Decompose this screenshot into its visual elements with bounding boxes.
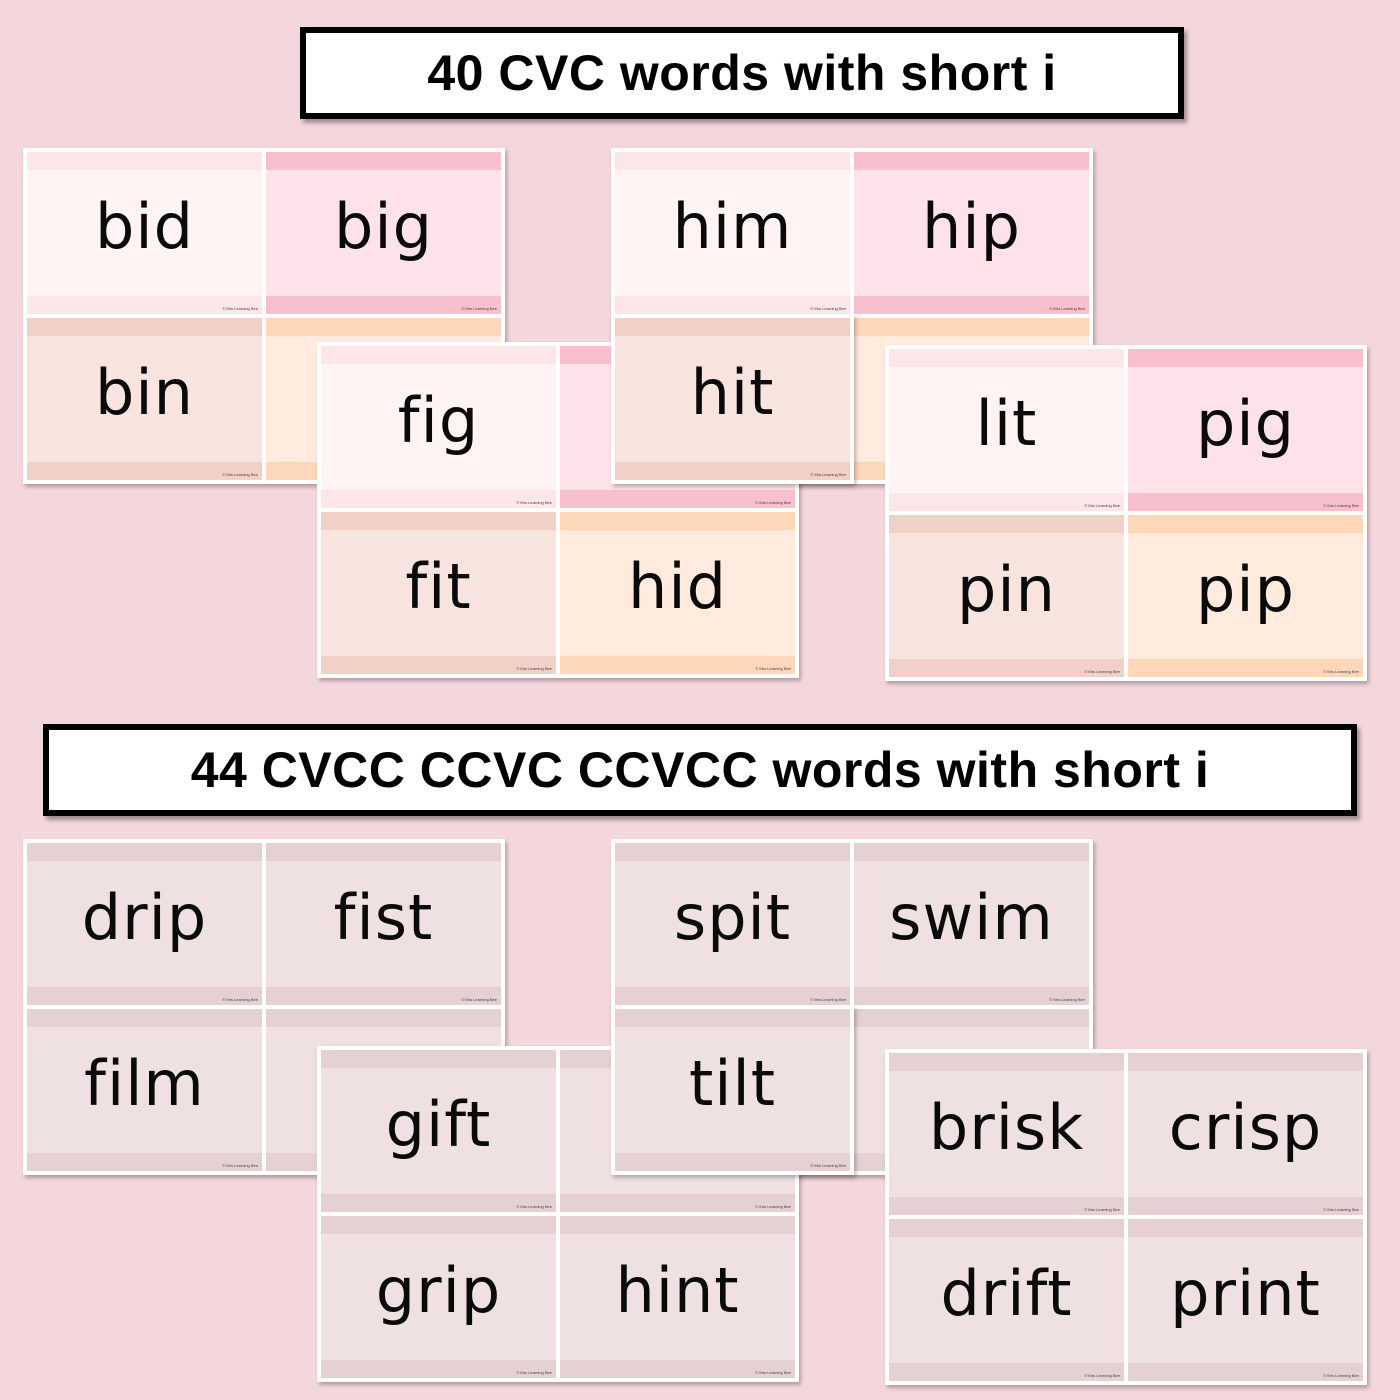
word: bid (95, 189, 194, 263)
credit: © Mrs Learning Bee (755, 666, 791, 671)
word-card: pig © Mrs Learning Bee (1128, 349, 1363, 511)
card-sheet: lit © Mrs Learning Bee pig © Mrs Learning … (885, 345, 1367, 681)
word-card: bid © Mrs Learning Bee (27, 152, 262, 314)
card-sheet: gift © Mrs Learning Bee © Mrs Learning Be… (317, 1046, 799, 1382)
title-banner-blends: 44 CVCC CCVC CCVCC words with short i (43, 724, 1357, 816)
card-sheet: fig © Mrs Learning Bee © Mrs Learning Bee… (317, 342, 799, 678)
word: hid (628, 549, 727, 623)
credit: © Mrs Learning Bee (1049, 997, 1085, 1002)
card-sheet: brisk © Mrs Learning Bee crisp © Mrs Learn… (885, 1049, 1367, 1385)
word-card: drift © Mrs Learning Bee (889, 1219, 1124, 1381)
word: spit (673, 880, 792, 954)
word: pip (1196, 552, 1295, 626)
word-card: © Mrs Learning Bee (560, 1050, 795, 1212)
credit: © Mrs Learning Bee (1323, 1207, 1359, 1212)
word: him (672, 189, 793, 263)
word-card: big © Mrs Learning Bee (266, 152, 501, 314)
word: fist (333, 880, 434, 954)
word-card: hint © Mrs Learning Bee (560, 1216, 795, 1378)
word: grip (375, 1253, 502, 1327)
word: pin (957, 552, 1056, 626)
word: drip (81, 880, 208, 954)
word-card: pin © Mrs Learning Bee (889, 515, 1124, 677)
title-banner-cvc: 40 CVC words with short i (300, 27, 1184, 119)
word-card: swim © Mrs Learning Bee (854, 843, 1089, 1005)
word-card: print © Mrs Learning Bee (1128, 1219, 1363, 1381)
word-card: fit © Mrs Learning Bee (321, 512, 556, 674)
word-card: him © Mrs Learning Bee (615, 152, 850, 314)
word: fig (397, 383, 480, 457)
word: lit (975, 386, 1038, 460)
credit: © Mrs Learning Bee (1323, 669, 1359, 674)
word: gift (385, 1087, 492, 1161)
credit: © Mrs Learning Bee (755, 1370, 791, 1375)
credit: © Mrs Learning Bee (222, 472, 258, 477)
credit: © Mrs Learning Bee (516, 1370, 552, 1375)
word: hip (922, 189, 1021, 263)
word: film (84, 1046, 205, 1120)
credit: © Mrs Learning Bee (1084, 1207, 1120, 1212)
credit: © Mrs Learning Bee (755, 1204, 791, 1209)
credit: © Mrs Learning Bee (810, 997, 846, 1002)
word: bin (95, 355, 194, 429)
credit: © Mrs Learning Bee (461, 306, 497, 311)
credit: © Mrs Learning Bee (1084, 669, 1120, 674)
credit: © Mrs Learning Bee (516, 666, 552, 671)
word: drift (940, 1256, 1073, 1330)
word-card: grip © Mrs Learning Bee (321, 1216, 556, 1378)
word-card: hid © Mrs Learning Bee (560, 512, 795, 674)
credit: © Mrs Learning Bee (1323, 503, 1359, 508)
word: print (1170, 1256, 1321, 1330)
credit: © Mrs Learning Bee (810, 1163, 846, 1168)
word-card: hip © Mrs Learning Bee (854, 152, 1089, 314)
word: pig (1196, 386, 1295, 460)
word-card: crisp © Mrs Learning Bee (1128, 1053, 1363, 1215)
credit: © Mrs Learning Bee (461, 997, 497, 1002)
word-card: drip © Mrs Learning Bee (27, 843, 262, 1005)
word: crisp (1168, 1090, 1323, 1164)
word-card: brisk © Mrs Learning Bee (889, 1053, 1124, 1215)
word-card: bin © Mrs Learning Bee (27, 318, 262, 480)
word-card: fig © Mrs Learning Bee (321, 346, 556, 508)
word: fit (405, 549, 472, 623)
credit: © Mrs Learning Bee (516, 500, 552, 505)
credit: © Mrs Learning Bee (516, 1204, 552, 1209)
word: hint (615, 1253, 740, 1327)
credit: © Mrs Learning Bee (222, 306, 258, 311)
credit: © Mrs Learning Bee (755, 500, 791, 505)
credit: © Mrs Learning Bee (1084, 1373, 1120, 1378)
word-card: pip © Mrs Learning Bee (1128, 515, 1363, 677)
word-card: fist © Mrs Learning Bee (266, 843, 501, 1005)
credit: © Mrs Learning Bee (1084, 503, 1120, 508)
credit: © Mrs Learning Bee (1049, 306, 1085, 311)
word: big (334, 189, 433, 263)
credit: © Mrs Learning Bee (1323, 1373, 1359, 1378)
word: brisk (928, 1090, 1085, 1164)
word-card: © Mrs Learning Bee (560, 346, 795, 508)
word-card: spit © Mrs Learning Bee (615, 843, 850, 1005)
credit: © Mrs Learning Bee (810, 306, 846, 311)
word-card: gift © Mrs Learning Bee (321, 1050, 556, 1212)
word-card: film © Mrs Learning Bee (27, 1009, 262, 1171)
credit: © Mrs Learning Bee (222, 1163, 258, 1168)
word-card: lit © Mrs Learning Bee (889, 349, 1124, 511)
credit: © Mrs Learning Bee (222, 997, 258, 1002)
credit: © Mrs Learning Bee (810, 472, 846, 477)
word: swim (889, 880, 1054, 954)
